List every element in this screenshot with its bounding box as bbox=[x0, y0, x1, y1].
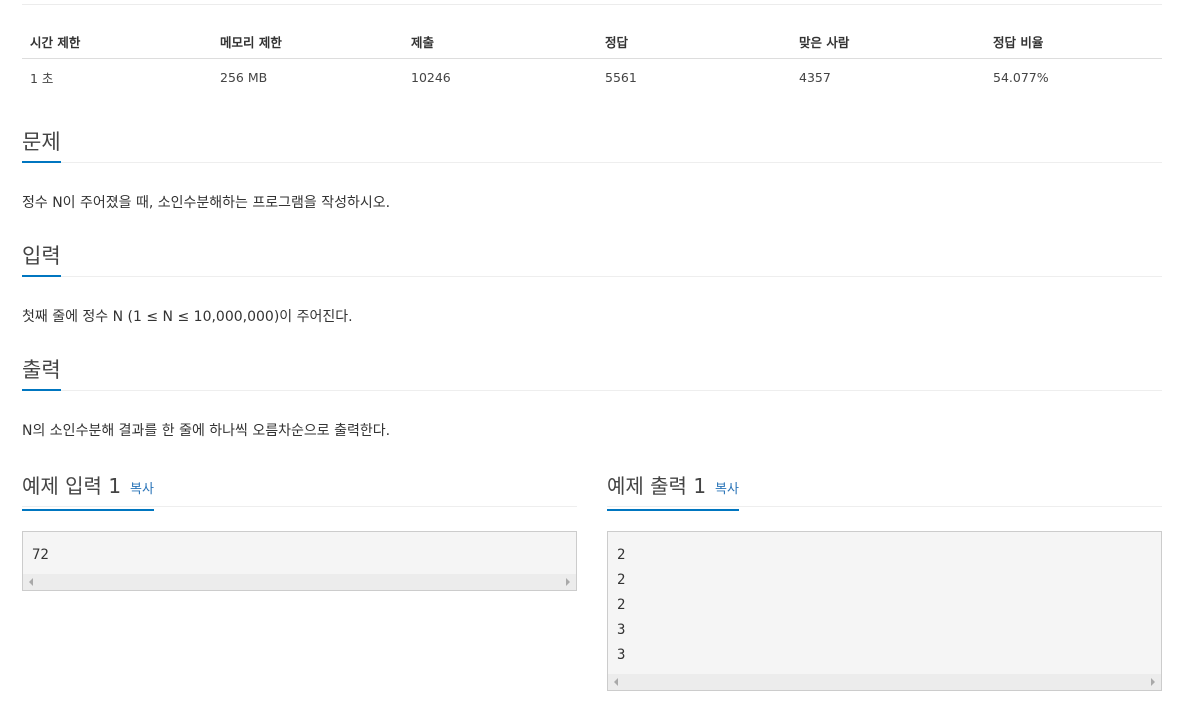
problem-description: 정수 N이 주어졌을 때, 소인수분해하는 프로그램을 작성하시오. bbox=[22, 195, 391, 211]
sample-input-line: 72 bbox=[32, 547, 49, 563]
output-title: 출력 bbox=[22, 354, 61, 391]
copy-sample-output-button[interactable]: 복사 bbox=[715, 482, 739, 497]
value-submissions: 10246 bbox=[411, 69, 451, 85]
problem-title: 문제 bbox=[22, 126, 61, 163]
header-memory-limit: 메모리 제한 bbox=[212, 24, 403, 59]
header-correct-ratio: 정답 비율 bbox=[985, 24, 1162, 59]
scroll-right-arrow-icon[interactable] bbox=[1151, 678, 1155, 686]
copy-sample-input-button[interactable]: 복사 bbox=[130, 482, 154, 497]
info-value-row: 1 초 256 MB 10246 5561 4357 54.077% bbox=[22, 59, 1162, 96]
sample-output-line: 2 bbox=[617, 547, 626, 563]
sample-output-section: 예제 출력 1 복사 2 2 2 3 3 bbox=[607, 470, 1162, 691]
scroll-left-arrow-icon[interactable] bbox=[614, 678, 618, 686]
sample-output-headline: 예제 출력 1 복사 bbox=[607, 470, 1162, 511]
sample-output-line: 3 bbox=[617, 647, 626, 663]
sample-output-title-text: 예제 출력 1 bbox=[607, 474, 707, 498]
sample-input-section: 예제 입력 1 복사 72 bbox=[22, 470, 577, 591]
scroll-left-arrow-icon[interactable] bbox=[29, 578, 33, 586]
input-headline: 입력 bbox=[22, 240, 1162, 277]
sample-output-line: 2 bbox=[617, 597, 626, 613]
problem-section: 문제 정수 N이 주어졌을 때, 소인수분해하는 프로그램을 작성하시오. bbox=[22, 126, 1162, 212]
header-time-limit: 시간 제한 bbox=[22, 24, 212, 59]
problem-info-table: 시간 제한 메모리 제한 제출 정답 맞은 사람 정답 비율 1 초 256 M… bbox=[22, 24, 1162, 95]
top-divider bbox=[22, 4, 1162, 5]
input-section: 입력 첫째 줄에 정수 N (1 ≤ N ≤ 10,000,000)이 주어진다… bbox=[22, 240, 1162, 326]
header-submissions: 제출 bbox=[403, 24, 597, 59]
value-time-limit: 1 초 bbox=[30, 70, 54, 86]
output-headline: 출력 bbox=[22, 354, 1162, 391]
value-correct: 5561 bbox=[605, 69, 637, 85]
sample-input-headline: 예제 입력 1 복사 bbox=[22, 470, 577, 511]
header-solvers: 맞은 사람 bbox=[791, 24, 985, 59]
sample-output-code: 2 2 2 3 3 bbox=[608, 532, 1161, 668]
input-description: 첫째 줄에 정수 N (1 ≤ N ≤ 10,000,000)이 주어진다. bbox=[22, 309, 353, 325]
info-header-row: 시간 제한 메모리 제한 제출 정답 맞은 사람 정답 비율 bbox=[22, 24, 1162, 59]
sample-output-line: 3 bbox=[617, 622, 626, 638]
sample-output-box[interactable]: 2 2 2 3 3 bbox=[607, 531, 1162, 691]
value-memory-limit: 256 MB bbox=[220, 69, 268, 85]
sample-input-code: 72 bbox=[23, 532, 576, 568]
value-solvers: 4357 bbox=[799, 69, 831, 85]
value-correct-ratio: 54.077% bbox=[993, 69, 1049, 85]
sample-input-title-text: 예제 입력 1 bbox=[22, 474, 122, 498]
input-title: 입력 bbox=[22, 240, 61, 277]
horizontal-scrollbar[interactable] bbox=[23, 574, 576, 590]
output-description: N의 소인수분해 결과를 한 줄에 하나씩 오름차순으로 출력한다. bbox=[22, 423, 391, 439]
header-correct: 정답 bbox=[597, 24, 791, 59]
sample-input-box[interactable]: 72 bbox=[22, 531, 577, 591]
sample-input-title: 예제 입력 1 복사 bbox=[22, 470, 154, 511]
sample-output-line: 2 bbox=[617, 572, 626, 588]
output-section: 출력 N의 소인수분해 결과를 한 줄에 하나씩 오름차순으로 출력한다. bbox=[22, 354, 1162, 440]
sample-output-title: 예제 출력 1 복사 bbox=[607, 470, 739, 511]
scroll-right-arrow-icon[interactable] bbox=[566, 578, 570, 586]
problem-headline: 문제 bbox=[22, 126, 1162, 163]
horizontal-scrollbar[interactable] bbox=[608, 674, 1161, 690]
